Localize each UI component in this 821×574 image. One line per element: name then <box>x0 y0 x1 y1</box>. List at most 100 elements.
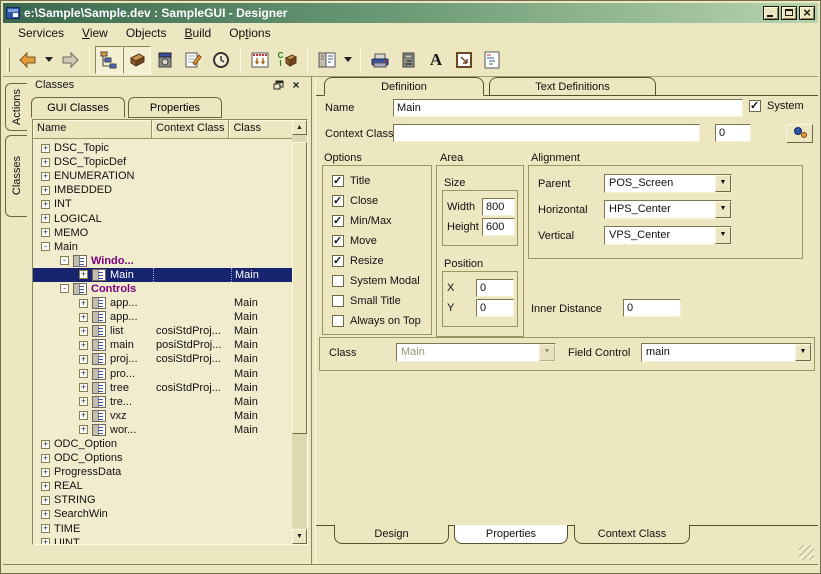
expander-icon[interactable]: + <box>41 172 50 181</box>
snapshot-button[interactable] <box>151 46 179 74</box>
checkbox-min-max[interactable] <box>332 215 344 227</box>
tree-row[interactable]: +IMBEDDED <box>33 183 292 197</box>
tree-row[interactable]: -Main <box>33 240 292 254</box>
checkbox-move[interactable] <box>332 235 344 247</box>
field-control-combobox[interactable]: main <box>641 343 812 362</box>
tree-row[interactable]: +mainposiStdProj...Main <box>33 338 292 352</box>
tree-row[interactable]: +treecosiStdProj...Main <box>33 381 292 395</box>
tree-row[interactable]: +REAL <box>33 479 292 493</box>
script-button[interactable] <box>478 46 506 74</box>
expander-icon[interactable]: + <box>79 425 88 434</box>
column-header-context-class[interactable]: Context Class <box>152 120 229 139</box>
tree-row[interactable]: +app...Main <box>33 296 292 310</box>
expander-icon[interactable]: + <box>79 383 88 392</box>
tree-row[interactable]: +DSC_Topic <box>33 141 292 155</box>
checkbox-resize[interactable] <box>332 255 344 267</box>
tree-row[interactable]: +app...Main <box>33 310 292 324</box>
tree-row[interactable]: +pro...Main <box>33 367 292 381</box>
tab-gui-classes[interactable]: GUI Classes <box>31 97 125 118</box>
system-checkbox[interactable] <box>749 100 761 112</box>
expander-icon[interactable]: - <box>60 284 69 293</box>
expander-icon[interactable]: + <box>41 186 50 195</box>
side-tab-actions[interactable]: Actions <box>5 83 27 131</box>
tree-row[interactable]: +MainMain <box>33 268 292 282</box>
tree-row[interactable]: +STRING <box>33 493 292 507</box>
tree-row[interactable]: +proj...cosiStdProj...Main <box>33 352 292 366</box>
combobox-horizontal[interactable]: HPS_Center <box>604 200 732 219</box>
tree-row[interactable]: +LOGICAL <box>33 211 292 225</box>
expander-icon[interactable]: + <box>79 327 88 336</box>
class-interface-button[interactable]: CI <box>274 46 302 74</box>
menu-item-build[interactable]: Build <box>176 24 221 42</box>
image-button[interactable] <box>450 46 478 74</box>
menu-item-services[interactable]: Services <box>9 24 73 42</box>
tree-row[interactable]: -Windo... <box>33 254 292 268</box>
y-input[interactable] <box>476 299 514 317</box>
expander-icon[interactable]: + <box>41 158 50 167</box>
checkbox-title[interactable] <box>332 175 344 187</box>
hierarchy-view-button[interactable] <box>95 46 123 74</box>
checkbox-small-title[interactable] <box>332 295 344 307</box>
resize-grip[interactable] <box>799 545 814 560</box>
expander-icon[interactable]: + <box>79 313 88 322</box>
scroll-up-button[interactable]: ▲ <box>292 120 307 135</box>
close-panel-button[interactable]: × <box>289 78 303 92</box>
tree-row[interactable]: +TIME <box>33 522 292 536</box>
scroll-down-button[interactable]: ▼ <box>292 529 307 544</box>
expander-icon[interactable]: + <box>41 200 50 209</box>
checkbox-system-modal[interactable] <box>332 275 344 287</box>
context-count-input[interactable] <box>715 124 751 142</box>
toolbar-grip[interactable] <box>7 48 10 72</box>
expander-icon[interactable]: + <box>41 468 50 477</box>
package-button[interactable] <box>123 46 151 74</box>
inner-distance-input[interactable] <box>623 299 681 317</box>
tree-row[interactable]: -Controls <box>33 282 292 296</box>
tree-row[interactable]: +UINT <box>33 536 292 544</box>
tree-row[interactable]: +ODC_Options <box>33 451 292 465</box>
form-view-button[interactable] <box>313 46 341 74</box>
bottom-tab-properties[interactable]: Properties <box>454 525 568 544</box>
close-button[interactable] <box>799 6 815 20</box>
tree-row[interactable]: +INT <box>33 197 292 211</box>
clock-button[interactable] <box>207 46 235 74</box>
combobox-vertical[interactable]: VPS_Center <box>604 226 732 245</box>
tab-properties[interactable]: Properties <box>128 97 222 118</box>
height-input[interactable] <box>482 218 515 236</box>
back-button[interactable] <box>14 46 42 74</box>
menu-item-view[interactable]: View <box>73 24 117 42</box>
forward-button[interactable] <box>56 46 84 74</box>
class-combobox[interactable]: Main <box>396 343 556 362</box>
expander-icon[interactable]: + <box>41 214 50 223</box>
column-header-class[interactable]: Class <box>229 120 292 139</box>
tree-row[interactable]: +ProgressData <box>33 465 292 479</box>
tree-row[interactable]: +vxzMain <box>33 409 292 423</box>
tree-row[interactable]: +MEMO <box>33 226 292 240</box>
expander-icon[interactable]: + <box>41 510 50 519</box>
expander-icon[interactable]: + <box>41 482 50 491</box>
maximize-button[interactable] <box>781 6 797 20</box>
tree-row[interactable]: +DSC_TopicDef <box>33 155 292 169</box>
tree-row[interactable]: +ODC_Option <box>33 437 292 451</box>
tree-row[interactable]: +ENUMERATION <box>33 169 292 183</box>
form-view-dropdown[interactable] <box>341 46 355 74</box>
sync-dates-button[interactable] <box>246 46 274 74</box>
tree-row[interactable]: +listcosiStdProj...Main <box>33 324 292 338</box>
expander-icon[interactable]: - <box>60 256 69 265</box>
expander-icon[interactable]: + <box>41 496 50 505</box>
expander-icon[interactable]: + <box>79 397 88 406</box>
expander-icon[interactable]: + <box>41 440 50 449</box>
bottom-tab-context-class[interactable]: Context Class <box>574 525 690 544</box>
tab-text-definitions[interactable]: Text Definitions <box>489 77 656 96</box>
menu-item-options[interactable]: Options <box>220 24 279 42</box>
expander-icon[interactable]: + <box>79 299 88 308</box>
tree-row[interactable]: +tre...Main <box>33 395 292 409</box>
expander-icon[interactable]: + <box>79 369 88 378</box>
scroll-thumb[interactable] <box>292 142 307 434</box>
context-class-input[interactable] <box>393 124 700 142</box>
expander-icon[interactable]: + <box>41 144 50 153</box>
bottom-tab-design[interactable]: Design <box>334 525 449 544</box>
back-history-dropdown[interactable] <box>42 46 56 74</box>
expander-icon[interactable]: + <box>41 454 50 463</box>
float-panel-button[interactable] <box>271 78 285 92</box>
edit-document-button[interactable] <box>179 46 207 74</box>
